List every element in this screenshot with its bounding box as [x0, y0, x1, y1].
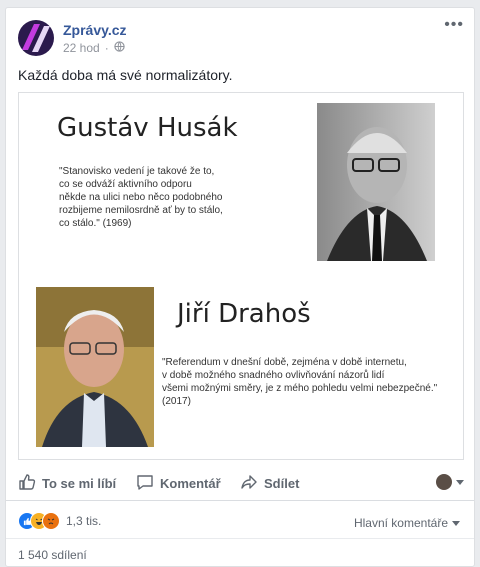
comment-button[interactable]: Komentář — [136, 473, 221, 494]
page-name-link[interactable]: Zprávy.cz — [63, 22, 127, 38]
reactions-summary[interactable]: 1,3 tis. — [18, 512, 101, 530]
chevron-down-icon[interactable] — [456, 480, 464, 485]
post-image[interactable]: Gustáv Husák "Stanovisko vedení je takov… — [18, 92, 464, 460]
person2-photo — [36, 287, 154, 447]
share-as-avatar[interactable] — [436, 474, 452, 490]
action-bar: To se mi líbí Komentář Sdílet — [6, 464, 474, 501]
like-button[interactable]: To se mi líbí — [18, 473, 116, 494]
post-meta: 22 hod · — [63, 41, 125, 55]
person2-name: Jiří Drahoš — [177, 299, 311, 329]
more-options-icon[interactable]: ••• — [444, 16, 464, 34]
post-time[interactable]: 22 hod — [63, 41, 100, 55]
angry-reaction-icon — [42, 512, 60, 530]
post-card: Zprávy.cz 22 hod · ••• Každá doba má své… — [5, 7, 475, 567]
share-icon — [240, 473, 258, 494]
thumbs-up-icon — [18, 473, 36, 494]
dot-separator: · — [104, 41, 109, 55]
person1-quote: "Stanovisko vedení je takové že to, co s… — [59, 166, 223, 229]
comment-sort-dropdown[interactable]: Hlavní komentáře — [354, 516, 460, 530]
caret-down-icon — [452, 520, 460, 526]
share-label: Sdílet — [264, 476, 300, 491]
person1-name: Gustáv Husák — [57, 113, 238, 143]
shares-count[interactable]: 1 540 sdílení — [18, 548, 87, 562]
page-avatar[interactable] — [18, 20, 54, 56]
globe-icon — [114, 41, 125, 55]
post-text: Každá doba má své normalizátory. — [18, 67, 233, 83]
divider — [6, 538, 474, 539]
reactions-count: 1,3 tis. — [66, 514, 102, 528]
person1-photo — [317, 103, 435, 261]
comment-icon — [136, 473, 154, 494]
like-label: To se mi líbí — [42, 476, 117, 491]
comment-label: Komentář — [160, 476, 221, 491]
sort-label: Hlavní komentáře — [353, 516, 448, 530]
person2-quote: "Referendum v dnešní době, zejména v dob… — [162, 357, 438, 407]
share-button[interactable]: Sdílet — [240, 473, 299, 494]
